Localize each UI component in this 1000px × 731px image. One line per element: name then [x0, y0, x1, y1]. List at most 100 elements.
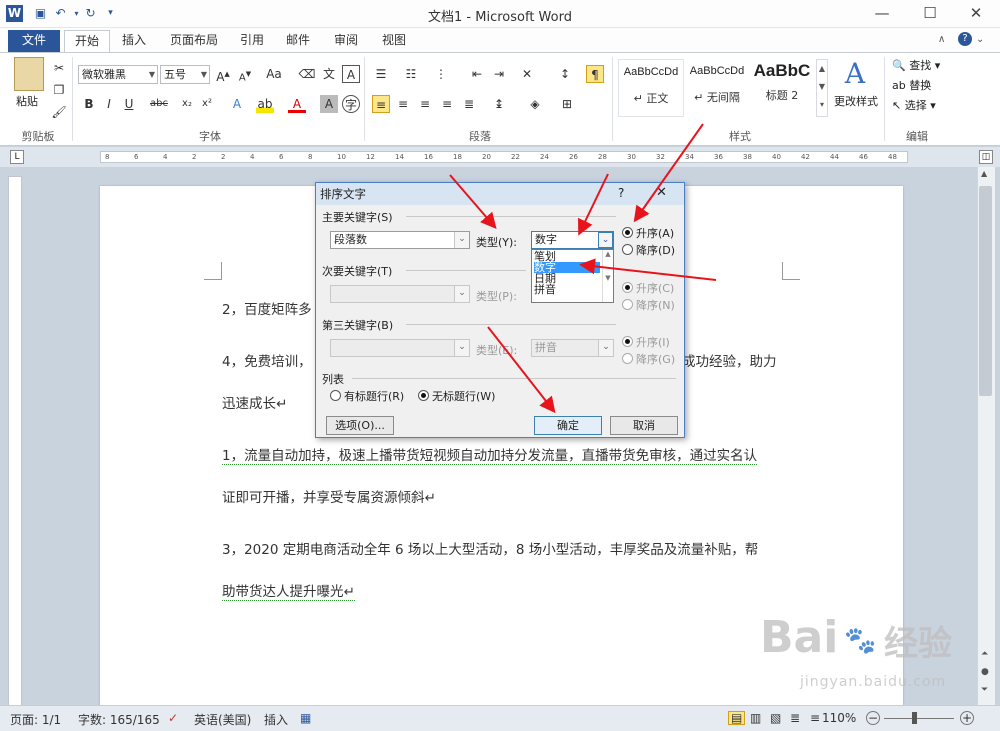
shading-icon[interactable]: ◈ [526, 95, 544, 113]
underline-icon[interactable]: U [120, 95, 138, 113]
zoom-out-icon[interactable]: − [866, 711, 880, 725]
highlight-icon[interactable]: ab [256, 95, 274, 113]
chinese-layout-icon[interactable]: ✕ [518, 65, 536, 83]
macro-record-icon[interactable]: ▦ [300, 711, 311, 725]
vertical-ruler[interactable] [8, 176, 22, 706]
subscript-icon[interactable]: x₂ [178, 95, 196, 113]
change-case-button[interactable]: Aa [262, 65, 286, 83]
view-ruler-icon[interactable]: ◫ [979, 150, 993, 164]
strikethrough-icon[interactable]: abc [150, 95, 168, 113]
phonetic-guide-icon[interactable]: 文 [320, 65, 338, 83]
paragraph[interactable]: 4，免费培训， [222, 350, 312, 370]
ribbon-options-icon[interactable]: ⌄ [976, 34, 984, 45]
tab-view[interactable]: 视图 [372, 30, 416, 52]
style-heading-2[interactable]: AaBbC 标题 2 [750, 59, 814, 117]
outline-view-icon[interactable]: ≣ [790, 711, 800, 725]
scroll-up-icon[interactable]: ▲ [981, 169, 987, 178]
horizontal-ruler[interactable]: 8 6 4 2 2 4 6 8 10 12 14 16 18 20 22 24 26 28 30 32 34 36 38 40… [100, 151, 908, 163]
full-screen-icon[interactable]: ▥ [750, 711, 761, 725]
paragraph[interactable]: 1，流量自动加持，极速上播带货短视频自动加持分发流量，直播带货免审核，通过实名认 [222, 444, 758, 465]
browse-object-icon[interactable]: ● [981, 667, 989, 677]
increase-indent-icon[interactable]: ⇥ [490, 65, 508, 83]
tab-page-layout[interactable]: 页面布局 [160, 30, 228, 52]
font-size-combo[interactable]: 五号 ▼ [160, 65, 210, 84]
paragraph[interactable]: 迅速成长↵ [222, 392, 287, 412]
change-styles-button[interactable]: 更改样式 [834, 93, 878, 109]
format-painter-icon[interactable]: 🖌 [50, 103, 68, 121]
chevron-down-icon[interactable]: ⌄ [598, 232, 613, 248]
dialog-help-button[interactable]: ? [618, 186, 624, 200]
paragraph[interactable]: 证即可开播，并享受专属资源倾斜↵ [222, 486, 436, 506]
primary-key-select[interactable]: 段落数 ⌄ [330, 231, 470, 249]
help-icon[interactable]: ? [958, 32, 972, 46]
tab-review[interactable]: 审阅 [324, 30, 368, 52]
style-normal[interactable]: AaBbCcDd ↵ 正文 [618, 59, 684, 117]
show-marks-icon[interactable]: ¶ [586, 65, 604, 83]
no-header-row-radio[interactable]: 无标题行(W) [418, 388, 495, 404]
type-option-pinyin[interactable]: 拼音 [534, 284, 600, 295]
type-options-list[interactable]: 笔划 数字 日期 拼音 ▲ ▼ [531, 249, 614, 303]
zoom-slider-track[interactable] [884, 718, 954, 719]
tab-mailings[interactable]: 邮件 [276, 30, 320, 52]
paragraph-tail[interactable]: 成功经验，助力 [682, 350, 777, 370]
primary-ascending-radio[interactable]: 升序(A) [622, 225, 674, 241]
header-row-radio[interactable]: 有标题行(R) [330, 388, 404, 404]
cancel-button[interactable]: 取消 [610, 416, 678, 435]
text-effects-icon[interactable]: A [228, 95, 246, 113]
character-shading-icon[interactable]: A [320, 95, 338, 113]
italic-icon[interactable]: I [100, 95, 118, 113]
copy-icon[interactable]: ❐ [50, 81, 68, 99]
character-border-icon[interactable]: A [342, 65, 360, 83]
web-layout-icon[interactable]: ▧ [770, 711, 781, 725]
options-button[interactable]: 选项(O)... [326, 416, 394, 435]
sort-icon[interactable]: ↕ [556, 65, 574, 83]
distributed-icon[interactable]: ≣ [460, 95, 478, 113]
zoom-level[interactable]: 110% [822, 711, 856, 725]
primary-descending-radio[interactable]: 降序(D) [622, 242, 675, 258]
minimize-ribbon-icon[interactable]: ∧ [938, 34, 945, 45]
dialog-close-button[interactable]: ✕ [656, 185, 667, 200]
numbering-icon[interactable]: ☷ [402, 65, 420, 83]
line-spacing-icon[interactable]: ↨ [490, 95, 508, 113]
find-button[interactable]: 🔍 查找 ▾ [892, 57, 940, 73]
paragraph[interactable]: 3，2020 定期电商活动全年 6 场以上大型活动，8 场小型活动，丰厚奖品及流… [222, 538, 758, 558]
maximize-icon[interactable]: ☐ [908, 0, 952, 28]
change-styles-icon[interactable]: A [840, 57, 870, 90]
minimize-icon[interactable]: — [860, 0, 904, 28]
multilevel-list-icon[interactable]: ⋮ [432, 65, 450, 83]
page-count[interactable]: 页面: 1/1 [10, 711, 61, 728]
primary-type-select[interactable]: 数字 ⌄ [531, 231, 614, 249]
scrollbar-thumb[interactable] [979, 186, 992, 396]
tab-home[interactable]: 开始 [64, 30, 111, 52]
language-indicator[interactable]: 英语(美国) [194, 711, 251, 728]
previous-page-icon[interactable]: ⏶ [981, 649, 988, 659]
justify-icon[interactable]: ≡ [438, 95, 456, 113]
align-right-icon[interactable]: ≡ [416, 95, 434, 113]
list-scrollbar[interactable]: ▲ ▼ [602, 250, 613, 302]
ok-button[interactable]: 确定 [534, 416, 602, 435]
tab-insert[interactable]: 插入 [112, 30, 156, 52]
align-center-icon[interactable]: ≡ [394, 95, 412, 113]
proofing-icon[interactable]: ✓ [168, 711, 178, 725]
insert-mode-indicator[interactable]: 插入 [264, 711, 288, 728]
enclose-character-icon[interactable]: 字 [342, 95, 360, 113]
grow-font-icon[interactable]: A▲ [214, 65, 232, 84]
paragraph[interactable]: 2，百度矩阵多 [222, 298, 312, 318]
zoom-slider-thumb[interactable] [912, 712, 917, 724]
close-icon[interactable]: ✕ [954, 0, 998, 28]
align-left-icon[interactable]: ≡ [372, 95, 390, 113]
bold-icon[interactable]: B [80, 95, 98, 113]
clear-format-icon[interactable]: ⌫ [298, 65, 316, 83]
print-layout-icon[interactable]: ▤ [728, 711, 746, 725]
zoom-in-icon[interactable]: + [960, 711, 974, 725]
shrink-font-icon[interactable]: A▼ [236, 65, 254, 83]
replace-button[interactable]: ab 替换 [892, 77, 931, 93]
next-page-icon[interactable]: ⏷ [981, 685, 988, 695]
paragraph[interactable]: 助带货达人提升曝光↵ [222, 580, 355, 601]
word-count[interactable]: 字数: 165/165 [78, 711, 160, 728]
font-name-combo[interactable]: 微软雅黑 ▼ [78, 65, 158, 84]
decrease-indent-icon[interactable]: ⇤ [468, 65, 486, 83]
cut-icon[interactable]: ✂ [50, 59, 68, 77]
font-color-icon[interactable]: A [288, 95, 306, 113]
borders-icon[interactable]: ⊞ [558, 95, 576, 113]
